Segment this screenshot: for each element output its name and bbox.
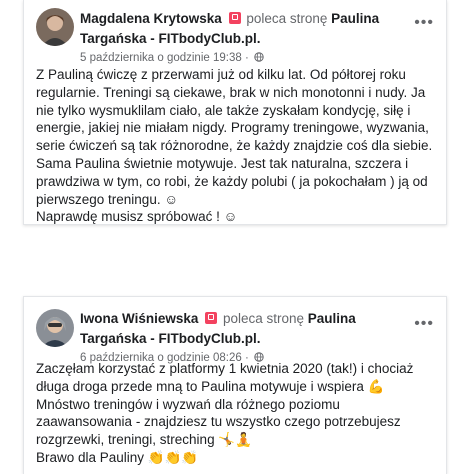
more-options-icon[interactable]: ••• bbox=[414, 316, 434, 332]
post-header: Magdalena Krytowska poleca stronę Paulin… bbox=[80, 9, 420, 66]
post-paragraph: Z Pauliną ćwiczę z przerwami już od kilk… bbox=[36, 67, 433, 207]
action-text: poleca stronę bbox=[246, 11, 328, 26]
author-name[interactable]: Iwona Wiśniewska bbox=[80, 311, 198, 326]
more-options-icon[interactable]: ••• bbox=[414, 15, 434, 31]
post-paragraph: Naprawdę musisz spróbować ! ☺ bbox=[36, 209, 238, 225]
post-body: Z Pauliną ćwiczę z przerwami już od kilk… bbox=[36, 66, 434, 226]
post-date[interactable]: 5 października o godzinie 19:38 bbox=[80, 52, 242, 64]
recommend-icon bbox=[205, 312, 218, 324]
avatar[interactable] bbox=[36, 309, 74, 347]
post-meta: 5 października o godzinie 19:38 · bbox=[80, 50, 420, 66]
review-post: Iwona Wiśniewska poleca stronę Paulina T… bbox=[23, 296, 447, 474]
post-header: Iwona Wiśniewska poleca stronę Paulina T… bbox=[80, 309, 420, 366]
review-post: Magdalena Krytowska poleca stronę Paulin… bbox=[23, 0, 447, 225]
action-text: poleca stronę bbox=[222, 311, 305, 326]
post-paragraph: Brawo dla Pauliny 👏👏👏 bbox=[36, 449, 199, 465]
post-paragraph: Zaczęłam korzystać z platformy 1 kwietni… bbox=[36, 361, 414, 448]
globe-icon bbox=[254, 52, 264, 62]
recommend-icon bbox=[228, 12, 241, 24]
post-body: Zaczęłam korzystać z platformy 1 kwietni… bbox=[36, 360, 434, 467]
avatar[interactable] bbox=[36, 8, 74, 46]
meta-separator: · bbox=[244, 52, 249, 64]
author-name[interactable]: Magdalena Krytowska bbox=[80, 11, 222, 26]
